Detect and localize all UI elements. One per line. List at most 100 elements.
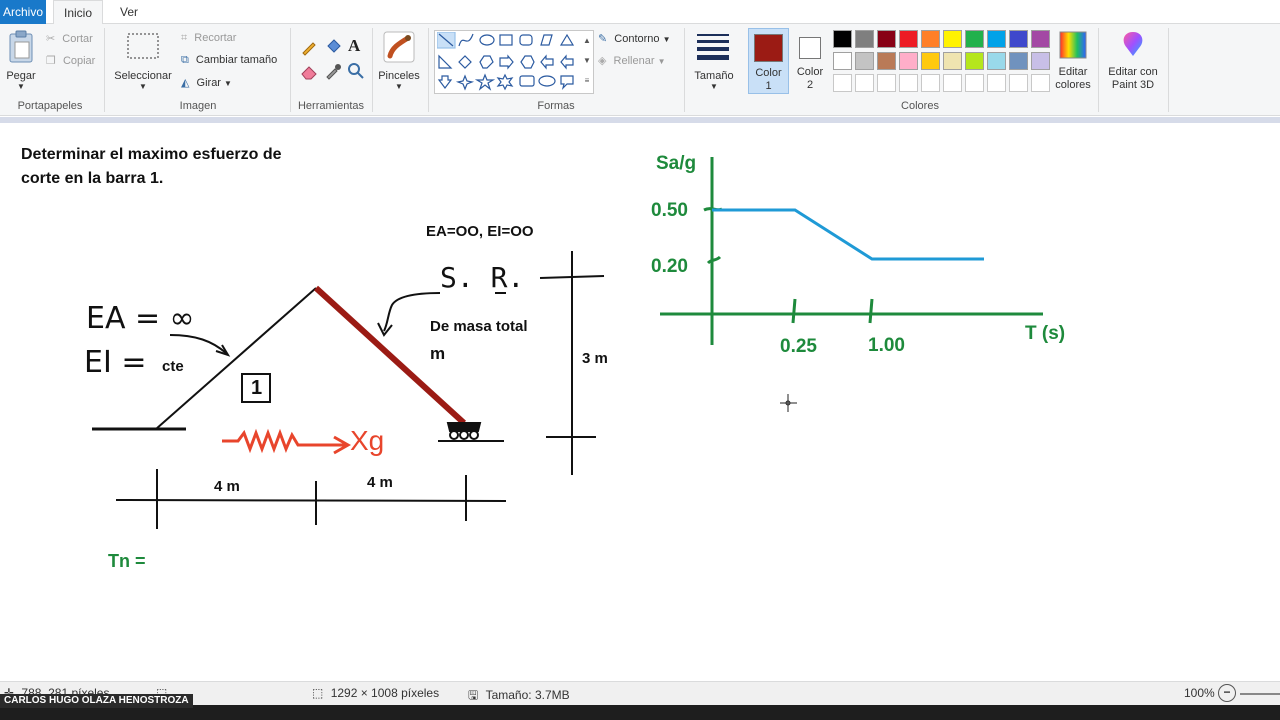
bar-number: 1 — [251, 377, 263, 399]
paste-label: Pegar — [6, 70, 36, 82]
paint3d-label2: Paint 3D — [1111, 79, 1155, 91]
fill-label: Rellenar — [613, 55, 655, 67]
line-width-icon — [697, 34, 729, 60]
spectrum-ytick-0.20: 0.20 — [651, 256, 688, 277]
palette-swatch[interactable] — [987, 30, 1006, 48]
spectrum-ylabel: Sa/g — [656, 153, 697, 174]
palette-swatch[interactable] — [987, 52, 1006, 70]
clipboard-group-label: Portapapeles — [17, 100, 83, 112]
chevron-down-icon: ▼ — [224, 79, 232, 88]
palette-swatch[interactable] — [1009, 74, 1028, 92]
palette-swatch[interactable] — [943, 74, 962, 92]
crop-icon: ⌗ — [181, 32, 188, 44]
palette-swatch[interactable] — [943, 52, 962, 70]
palette-swatch[interactable] — [833, 52, 852, 70]
clipboard-icon — [9, 30, 33, 63]
image-group-label: Imagen — [179, 100, 217, 112]
ribbon: Pegar ▼ ✂ Cortar ❐ Copiar Portapapeles S… — [0, 24, 1280, 116]
outline-button[interactable]: ✎ Contorno ▼ — [598, 32, 671, 45]
rotate-button[interactable]: ◭ Girar ▼ — [181, 76, 232, 89]
palette-swatch[interactable] — [877, 30, 896, 48]
shapes-gallery-icons — [437, 32, 575, 91]
zoom-level: 100% — [1184, 686, 1215, 700]
palette-swatch[interactable] — [899, 74, 918, 92]
palette-swatch[interactable] — [921, 52, 940, 70]
spectrum-xlabel: T (s) — [1025, 323, 1066, 344]
chevron-down-icon: ▼ — [139, 82, 147, 91]
copy-button[interactable]: ❐ Copiar — [46, 54, 95, 67]
edit-paint3d-button[interactable]: Editar con Paint 3D — [1102, 28, 1164, 94]
tab-view[interactable]: Ver — [112, 0, 146, 24]
palette-swatch[interactable] — [855, 74, 874, 92]
shapes-gallery[interactable]: ▲ ▼ ≡ — [434, 30, 594, 94]
select-button[interactable]: Seleccionar ▼ — [112, 28, 174, 92]
stiffness-label: EA=OO, EI=OO — [426, 223, 534, 240]
separator — [684, 28, 685, 112]
problem-statement-line2: corte en la barra 1. — [21, 170, 164, 187]
palette-swatch[interactable] — [877, 74, 896, 92]
tn-label: Tn = — [108, 551, 146, 571]
brush-icon — [383, 31, 415, 63]
roller-support — [446, 422, 482, 440]
palette-swatch[interactable] — [943, 30, 962, 48]
tab-file[interactable]: Archivo — [0, 0, 46, 24]
palette-swatch[interactable] — [1009, 30, 1028, 48]
height-top-tick — [539, 275, 605, 279]
edit-colors-button[interactable]: Editar colores — [1052, 28, 1094, 94]
fill-bucket-icon[interactable] — [324, 38, 342, 56]
palette-swatch[interactable] — [987, 74, 1006, 92]
crop-button[interactable]: ⌗ Recortar — [181, 32, 236, 45]
tab-home[interactable]: Inicio — [53, 0, 103, 25]
palette-swatch[interactable] — [899, 30, 918, 48]
palette-swatch[interactable] — [877, 52, 896, 70]
palette-swatch[interactable] — [1031, 30, 1050, 48]
color1-button[interactable]: Color 1 — [748, 28, 789, 94]
palette-swatch[interactable] — [899, 52, 918, 70]
ribbon-tabs: Archivo Inicio Ver — [0, 0, 1280, 25]
shapes-scroll[interactable]: ▲ ▼ ≡ — [581, 31, 593, 93]
color2-button[interactable]: Color 2 — [792, 28, 828, 94]
palette-swatch[interactable] — [833, 74, 852, 92]
zoom-slider[interactable] — [1240, 693, 1280, 695]
palette-swatch[interactable] — [1031, 52, 1050, 70]
paste-button[interactable]: Pegar ▼ — [4, 28, 38, 92]
palette-swatch[interactable] — [921, 74, 940, 92]
palette-swatch[interactable] — [965, 52, 984, 70]
color-picker-icon[interactable] — [324, 62, 342, 80]
text-tool-icon[interactable]: A — [348, 36, 360, 56]
spectrum-xtick-1.00: 1.00 — [868, 335, 905, 356]
mass-label-line1: De masa total — [430, 318, 528, 335]
height-label: 3 m — [582, 350, 608, 367]
palette-swatch[interactable] — [965, 74, 984, 92]
magnifier-icon[interactable] — [347, 62, 365, 80]
palette-swatch[interactable] — [855, 30, 874, 48]
drawing-canvas[interactable]: Determinar el maximo esfuerzo de corte e… — [0, 123, 1280, 681]
palette-swatch[interactable] — [965, 30, 984, 48]
ei-arrow — [169, 334, 227, 354]
brushes-button[interactable]: Pinceles ▼ — [376, 28, 422, 92]
selection-icon — [127, 33, 159, 59]
pencil-icon[interactable] — [300, 38, 318, 56]
paint3d-label1: Editar con — [1108, 66, 1158, 78]
fill-button[interactable]: ◈ Rellenar ▼ — [598, 54, 665, 67]
separator — [290, 28, 291, 112]
cut-label: Cortar — [62, 33, 93, 45]
zoom-out-button[interactable]: − — [1218, 684, 1236, 702]
rotate-label: Girar — [196, 77, 221, 89]
palette-swatch[interactable] — [1009, 52, 1028, 70]
span-label-2: 4 m — [367, 474, 393, 491]
resize-button[interactable]: ⧉ Cambiar tamaño — [181, 54, 277, 67]
ei-handwritten: EI = — [84, 345, 147, 380]
author-credit: CARLOS HUGO OLAZA HENOSTROZA — [0, 694, 193, 708]
cut-button[interactable]: ✂ Cortar — [46, 32, 93, 45]
palette-swatch[interactable] — [921, 30, 940, 48]
eraser-icon[interactable] — [300, 62, 318, 80]
palette-swatch[interactable] — [855, 52, 874, 70]
chevron-down-icon: ▼ — [395, 82, 403, 91]
palette-swatch[interactable] — [1031, 74, 1050, 92]
size-button[interactable]: Tamaño ▼ — [690, 28, 738, 92]
copy-label: Copiar — [62, 55, 96, 67]
palette-swatch[interactable] — [833, 30, 852, 48]
file-size-text: Tamaño: 3.7MB — [485, 688, 570, 702]
tools-group-label: Herramientas — [297, 100, 365, 112]
